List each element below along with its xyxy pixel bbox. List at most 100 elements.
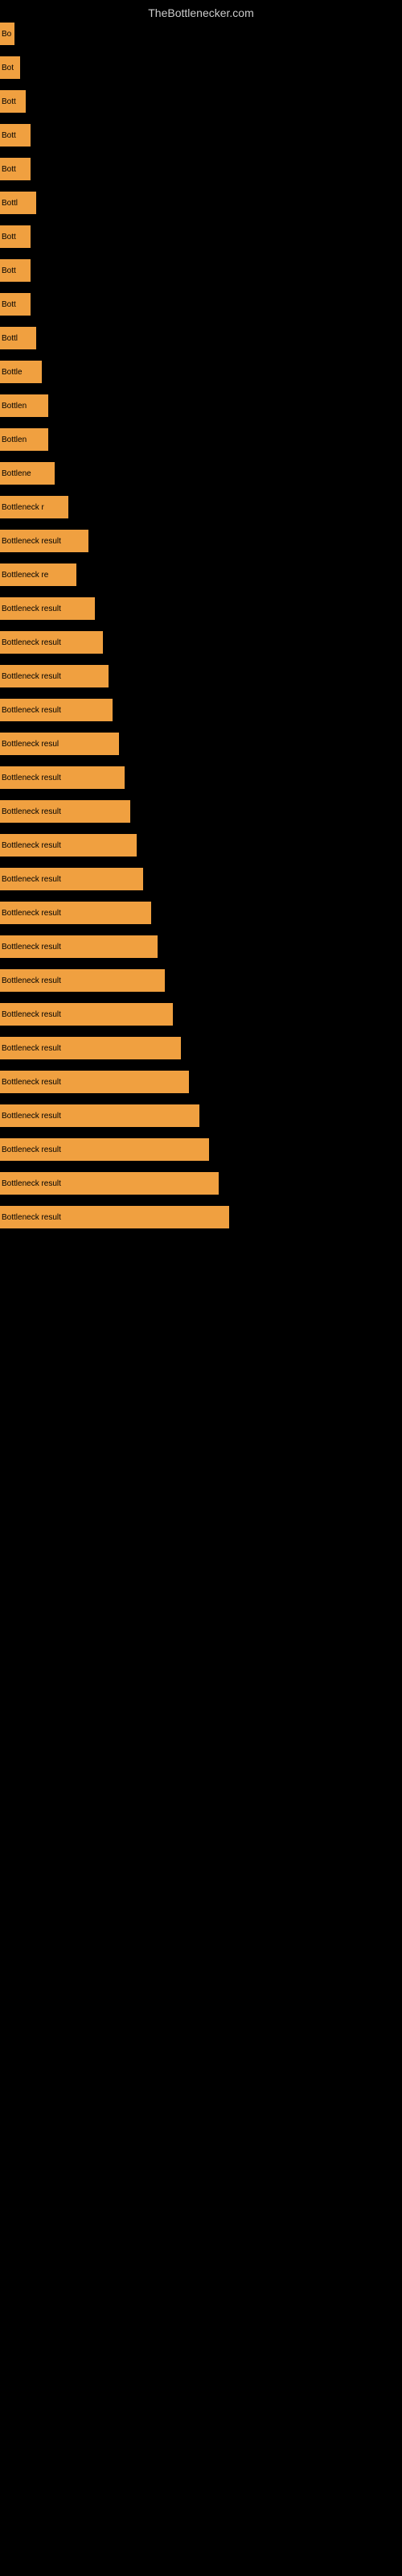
- bar-row-wrapper: Bottle: [0, 361, 402, 383]
- bar: Bottleneck result: [0, 766, 125, 789]
- bar-row: Bottleneck result: [0, 530, 402, 552]
- bar-text: Bottlen: [2, 436, 27, 444]
- bar-row-wrapper: Bottleneck result: [0, 597, 402, 620]
- bar-row: Bottl: [0, 192, 402, 214]
- bar: Bottleneck result: [0, 1037, 181, 1059]
- bar-row-wrapper: Bottleneck r: [0, 496, 402, 518]
- bar: Bottleneck result: [0, 631, 103, 654]
- bar: Bottleneck result: [0, 597, 95, 620]
- bar: Bottlene: [0, 462, 55, 485]
- bar-row: Bottleneck result: [0, 1037, 402, 1059]
- bar-text: Bottleneck result: [2, 807, 61, 816]
- bar: Bottleneck result: [0, 1003, 173, 1026]
- bar-row-wrapper: Bottl: [0, 327, 402, 349]
- bar-text: Bottleneck result: [2, 605, 61, 613]
- bar-row-wrapper: Bottlen: [0, 428, 402, 451]
- bar-text: Bottleneck result: [2, 909, 61, 918]
- bar-text: Bott: [2, 266, 16, 275]
- bar-row-wrapper: Bott: [0, 124, 402, 147]
- bar-row-wrapper: Bottleneck result: [0, 530, 402, 552]
- bar-text: Bottleneck result: [2, 841, 61, 850]
- bar-row-wrapper: Bottleneck result: [0, 1104, 402, 1127]
- bar-row-wrapper: Bottl: [0, 192, 402, 214]
- bar-text: Bottleneck r: [2, 503, 44, 512]
- bar: Bott: [0, 124, 31, 147]
- bar: Bottleneck resul: [0, 733, 119, 755]
- bar-row: Bott: [0, 124, 402, 147]
- bar-row: Bott: [0, 225, 402, 248]
- bar: Bottleneck result: [0, 1206, 229, 1228]
- bar-row-wrapper: Bottleneck result: [0, 868, 402, 890]
- bar-text: Bottleneck result: [2, 1146, 61, 1154]
- bar: Bottleneck result: [0, 935, 158, 958]
- bar: Bottlen: [0, 428, 48, 451]
- bar-text: Bott: [2, 165, 16, 174]
- bar-row: Bottleneck resul: [0, 733, 402, 755]
- bar-row: Bottlene: [0, 462, 402, 485]
- bar-row: Bottleneck result: [0, 800, 402, 823]
- bar: Bottleneck result: [0, 902, 151, 924]
- bar-text: Bott: [2, 233, 16, 242]
- bar-row-wrapper: Bottleneck result: [0, 1172, 402, 1195]
- bar-text: Bottlene: [2, 469, 31, 478]
- bar-row-wrapper: Bottleneck resul: [0, 733, 402, 755]
- bar-text: Bottleneck result: [2, 976, 61, 985]
- bar-text: Bottleneck result: [2, 1179, 61, 1188]
- bar-text: Bottleneck result: [2, 1112, 61, 1121]
- bar-text: Bott: [2, 97, 16, 106]
- bar-row-wrapper: Bottleneck result: [0, 665, 402, 687]
- bar-row: Bott: [0, 158, 402, 180]
- bar: Bottle: [0, 361, 42, 383]
- bar-row-wrapper: Bottlene: [0, 462, 402, 485]
- bar-text: Bott: [2, 131, 16, 140]
- bar-row-wrapper: Bottleneck result: [0, 699, 402, 721]
- bar-text: Bottleneck result: [2, 706, 61, 715]
- bar-row-wrapper: Bottleneck result: [0, 1071, 402, 1093]
- bar-row: Bottleneck result: [0, 1003, 402, 1026]
- site-title: TheBottlenecker.com: [0, 0, 402, 23]
- bar-row-wrapper: Bott: [0, 293, 402, 316]
- bar-text: Bottleneck result: [2, 875, 61, 884]
- bar-text: Bottleneck re: [2, 571, 48, 580]
- bar-row: Bottleneck result: [0, 665, 402, 687]
- bar: Bottleneck result: [0, 834, 137, 857]
- bar-row-wrapper: Bottleneck result: [0, 800, 402, 823]
- bar-row: Bottlen: [0, 394, 402, 417]
- bar-row: Bottleneck result: [0, 1172, 402, 1195]
- bar-text: Bottleneck result: [2, 537, 61, 546]
- bar-row-wrapper: Bottleneck result: [0, 902, 402, 924]
- bar-row: Bott: [0, 90, 402, 113]
- bar-row-wrapper: Bott: [0, 158, 402, 180]
- bar-row: Bottl: [0, 327, 402, 349]
- bar-row: Bottleneck result: [0, 902, 402, 924]
- bar-text: Bottleneck result: [2, 1213, 61, 1222]
- bar: Bottleneck result: [0, 1172, 219, 1195]
- bar: Bottlen: [0, 394, 48, 417]
- bar: Bottleneck result: [0, 1104, 199, 1127]
- bar: Bott: [0, 293, 31, 316]
- bars-container: Bo Bot Bott Bott Bott Bottl Bott Bott Bott Bottl B…: [0, 23, 402, 2576]
- bar-row-wrapper: Bottleneck result: [0, 935, 402, 958]
- bar-row-wrapper: Bottleneck result: [0, 834, 402, 857]
- bar-row: Bottleneck result: [0, 631, 402, 654]
- bar: Bottl: [0, 192, 36, 214]
- bar-row: Bottleneck result: [0, 766, 402, 789]
- bar-row-wrapper: Bottleneck result: [0, 1206, 402, 1228]
- bar-text: Bot: [2, 64, 14, 72]
- bar-row: Bo: [0, 23, 402, 45]
- bar: Bott: [0, 225, 31, 248]
- bar: Bottl: [0, 327, 36, 349]
- bar-row: Bottleneck result: [0, 834, 402, 857]
- bar: Bottleneck result: [0, 699, 113, 721]
- bar-row: Bottleneck re: [0, 564, 402, 586]
- bar: Bottleneck result: [0, 1138, 209, 1161]
- bar-row-wrapper: Bottleneck result: [0, 1037, 402, 1059]
- bar-row-wrapper: Bott: [0, 225, 402, 248]
- bar-text: Bottl: [2, 199, 18, 208]
- bar-text: Bottl: [2, 334, 18, 343]
- bar-row-wrapper: Bottlen: [0, 394, 402, 417]
- bar-row: Bottleneck result: [0, 1138, 402, 1161]
- bar-row-wrapper: Bottleneck result: [0, 631, 402, 654]
- bar-row-wrapper: Bott: [0, 259, 402, 282]
- bar-row: Bottleneck result: [0, 699, 402, 721]
